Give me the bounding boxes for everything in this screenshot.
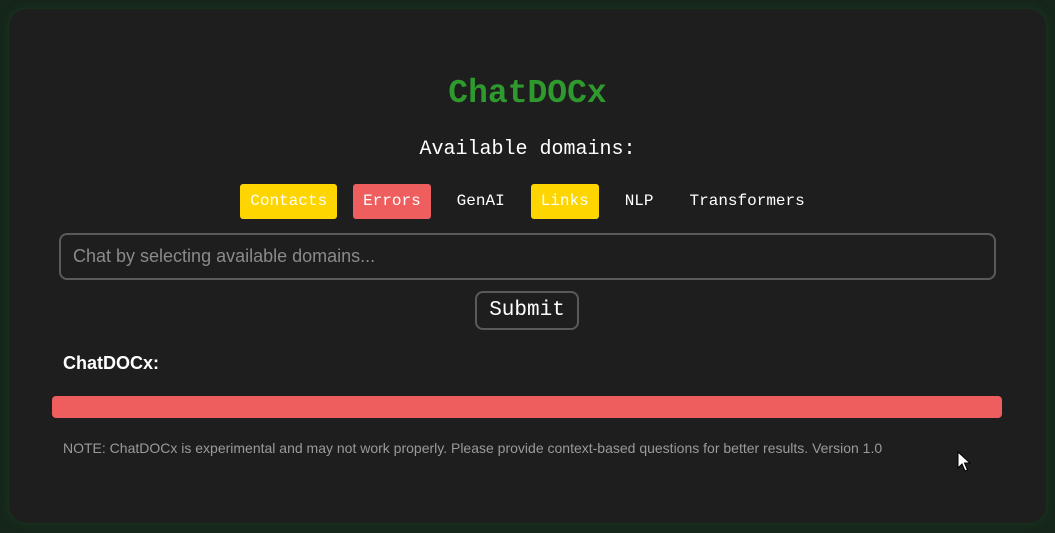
- app-title: ChatDOCx: [448, 75, 607, 112]
- domain-buttons: Contacts Errors GenAI Links NLP Transfor…: [0, 184, 1055, 219]
- domain-button-links[interactable]: Links: [530, 184, 599, 219]
- response-area: [52, 396, 1002, 418]
- response-label: ChatDOCx:: [63, 353, 160, 373]
- footer-note: NOTE: ChatDOCx is experimental and may n…: [63, 440, 883, 456]
- domain-button-errors[interactable]: Errors: [353, 184, 431, 219]
- mouse-pointer-icon: [957, 451, 971, 472]
- domains-heading: Available domains:: [419, 138, 636, 161]
- domain-button-transformers[interactable]: Transformers: [680, 184, 815, 219]
- domain-button-contacts[interactable]: Contacts: [240, 184, 338, 219]
- chat-input[interactable]: [59, 233, 996, 280]
- domain-button-genai[interactable]: GenAI: [447, 184, 515, 219]
- submit-button[interactable]: Submit: [475, 291, 579, 330]
- domain-button-nlp[interactable]: NLP: [615, 184, 664, 219]
